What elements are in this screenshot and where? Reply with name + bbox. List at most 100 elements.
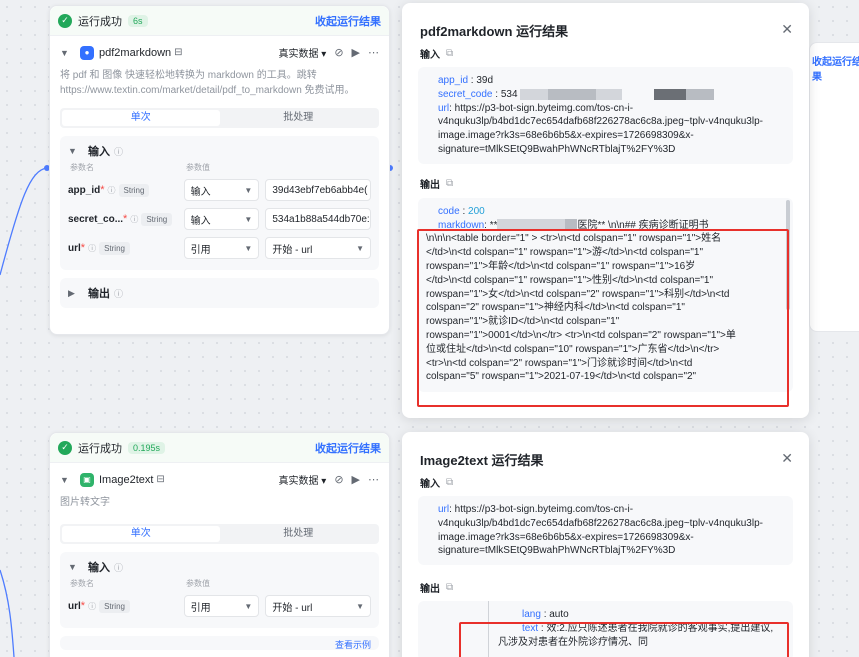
input-heading: 输入 ⧉: [420, 476, 454, 490]
chevron-down-icon[interactable]: ▼: [60, 475, 74, 485]
side-collapse-link[interactable]: 收起运行结果: [810, 43, 859, 83]
input-section-header[interactable]: ▼ 输入 ⓘ: [68, 558, 371, 576]
result-panel-pdf2markdown: pdf2markdown 运行结果 ✕ 输入 ⧉ app_id : 39d sec…: [402, 3, 809, 418]
type-badge: String: [141, 212, 173, 226]
input-section-header[interactable]: ▼ 输入 ⓘ: [68, 142, 371, 160]
param-name: url: [68, 242, 81, 254]
doc-icon[interactable]: ⊟: [156, 474, 164, 485]
chevron-right-icon: ▶: [68, 287, 75, 298]
markdown-line-cont: </td>\n<td colspan="1" rowspan="1">性别</t…: [426, 274, 714, 286]
required-mark: *: [123, 213, 128, 225]
info-icon: ⓘ: [130, 214, 139, 224]
panel-title: Image2text 运行结果: [420, 453, 544, 468]
tab-batch[interactable]: 批处理: [220, 110, 378, 126]
markdown-line-cont: rowspan="1">就诊ID</td>\n<td colspan="1": [426, 316, 620, 328]
status-text: 运行成功: [78, 442, 122, 455]
chevron-down-icon[interactable]: ▼: [60, 48, 74, 58]
image-tool-icon: ▣: [80, 472, 94, 487]
more-icon[interactable]: ⋯: [368, 46, 379, 59]
output-section: 查看示例: [60, 636, 379, 650]
url-line-cont: v4nquku3lp/b4bd1dc7ec654dafb68f226278ac6…: [438, 517, 763, 529]
more-icon[interactable]: ⋯: [368, 473, 379, 486]
chevron-down-icon: ▼: [244, 214, 253, 224]
output-section-header[interactable]: ▶ 输出 ⓘ: [68, 284, 371, 302]
code-line: code : 200: [438, 205, 485, 217]
copy-icon[interactable]: ⧉: [446, 582, 453, 593]
param-row-url: url * ⓘ String 引用 ▼ 开始 - url ▼: [68, 235, 371, 261]
tab-batch[interactable]: 批处理: [220, 526, 378, 542]
info-icon: ⓘ: [88, 601, 97, 611]
param-name: url: [68, 600, 81, 612]
url-line-cont: v4nquku3lp/b4bd1dc7ec654dafb68f226278ac6…: [438, 116, 763, 128]
chevron-down-icon: ▼: [68, 562, 77, 572]
col-name: 参数名: [70, 579, 94, 588]
node-header-actions: 真实数据 ▾ ⊘ ▶ ⋯: [279, 472, 380, 487]
type-badge: String: [99, 241, 130, 255]
tab-single[interactable]: 单次: [62, 110, 220, 126]
node-header: ▼ ▣ Image2text ⊟ 真实数据 ▾ ⊘ ▶ ⋯: [50, 463, 389, 491]
type-badge: String: [118, 183, 150, 197]
required-mark: *: [80, 242, 86, 254]
markdown-line-cont: \n\n\n<table border="1" > <tr>\n<td cols…: [426, 233, 722, 245]
chevron-down-icon: ▼: [68, 146, 77, 156]
url-line-cont: image.image?rk3s=68e6b6b5&x-expires=1726…: [438, 130, 694, 142]
collapse-results-link[interactable]: 收起运行结果: [315, 13, 381, 29]
pdf-tool-icon: ●: [80, 45, 94, 60]
success-check-icon: ✓: [58, 440, 72, 455]
chevron-down-icon: ▼: [244, 243, 253, 253]
info-icon: ⓘ: [114, 146, 124, 157]
param-value-input[interactable]: 39d43ebf7eb6abb4e(: [265, 179, 371, 201]
view-example-link[interactable]: 查看示例: [335, 638, 371, 651]
tab-single[interactable]: 单次: [62, 526, 220, 542]
play-icon[interactable]: ▶: [352, 473, 360, 486]
output-code-box: lang : auto text : 效:2.应只陈述患者在我院就诊的客观事实,…: [418, 601, 793, 657]
close-icon[interactable]: ✕: [781, 21, 793, 38]
chevron-down-icon: ▼: [244, 601, 253, 611]
scrollbar[interactable]: [786, 199, 790, 310]
url-line-cont: signature=tMlkSEtQ9BwahPhWNcRTblajT%2FY%…: [438, 143, 676, 155]
chevron-down-icon: ▼: [356, 601, 364, 611]
input-label: 输入: [88, 146, 110, 158]
unlink-icon[interactable]: ⊘: [334, 46, 343, 59]
param-ref-select[interactable]: 开始 - url ▼: [265, 595, 371, 617]
param-row-secret-code: secret_co... * ⓘ String 输入 ▼ 534a1b88a544…: [68, 206, 371, 232]
side-node-card: 收起运行结果: [809, 42, 859, 332]
param-ref-select[interactable]: 开始 - url ▼: [265, 237, 371, 259]
markdown-line-cont: rowspan="1">0001</td>\n</tr> <tr>\n<td c…: [426, 329, 736, 341]
output-code-box: code : 200 markdown: ** 医院** \n\n## 疾病诊断证…: [418, 197, 793, 392]
node-pdf2markdown[interactable]: ✓ 运行成功 6s 收起运行结果 ▼ ● pdf2markdown ⊟ 真实数据…: [49, 5, 390, 335]
data-source-select[interactable]: 真实数据 ▾: [279, 472, 327, 487]
param-mode-select[interactable]: 输入 ▼: [183, 208, 260, 230]
param-value-input[interactable]: 534a1b88a544db70e:: [265, 208, 371, 230]
required-mark: *: [80, 600, 86, 612]
copy-icon[interactable]: ⧉: [446, 48, 453, 59]
node-image2text[interactable]: ✓ 运行成功 0.195s 收起运行结果 ▼ ▣ Image2text ⊟ 真实…: [49, 432, 390, 657]
markdown-line-cont: 位或住址</td>\n<td colspan="10" rowspan="1">…: [426, 343, 720, 355]
param-row-url: url * ⓘ String 引用 ▼ 开始 - url ▼: [68, 593, 371, 619]
param-mode-select[interactable]: 引用 ▼: [183, 595, 260, 617]
secret-code-line: secret_code : 534: [438, 88, 783, 102]
param-name: secret_co...: [68, 213, 124, 225]
copy-icon[interactable]: ⧉: [446, 477, 453, 488]
close-icon[interactable]: ✕: [781, 450, 793, 467]
copy-icon[interactable]: ⧉: [446, 178, 453, 189]
play-icon[interactable]: ▶: [352, 46, 360, 59]
run-time-badge: 0.195s: [128, 441, 166, 454]
param-mode-select[interactable]: 输入 ▼: [183, 179, 260, 201]
unlink-icon[interactable]: ⊘: [334, 473, 343, 486]
result-panel-image2text: Image2text 运行结果 ✕ 输入 ⧉ url: https://p3-bo…: [402, 432, 809, 657]
run-time-badge: 6s: [128, 14, 148, 27]
param-mode-select[interactable]: 引用 ▼: [183, 237, 260, 259]
url-line: url: https://p3-bot-sign.byteimg.com/tos…: [438, 504, 634, 515]
url-line-cont: signature=tMlkSEtQ9BwahPhWNcRTblajT%2FY%…: [438, 545, 676, 557]
panel-title: pdf2markdown 运行结果: [420, 24, 569, 39]
param-col-heads: 参数名 参数值: [68, 576, 371, 593]
doc-icon[interactable]: ⊟: [174, 47, 182, 58]
data-source-select[interactable]: 真实数据 ▾: [279, 45, 327, 60]
collapse-results-link[interactable]: 收起运行结果: [315, 440, 381, 456]
input-label: 输入: [88, 562, 110, 574]
output-section: ▶ 输出 ⓘ: [60, 278, 379, 308]
run-mode-tabs: 单次 批处理: [60, 108, 379, 128]
node-title: Image2text: [99, 473, 154, 486]
info-icon: ⓘ: [88, 243, 97, 253]
